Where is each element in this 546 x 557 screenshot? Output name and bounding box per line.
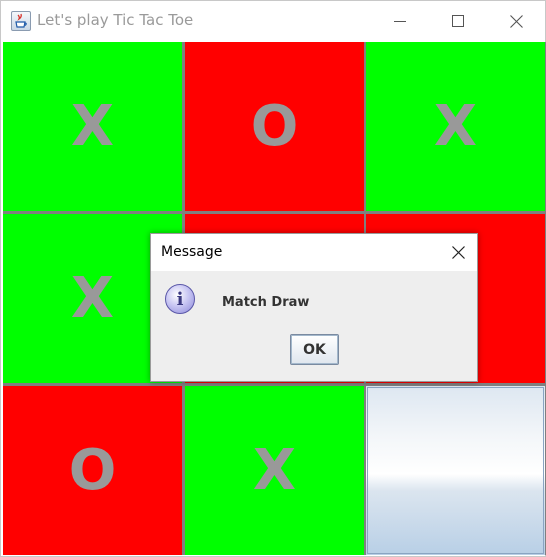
- info-icon: i: [165, 284, 195, 314]
- close-icon: [510, 15, 523, 28]
- dialog-close-button[interactable]: [439, 234, 477, 271]
- board-cell-empty[interactable]: [366, 386, 545, 555]
- board-cell[interactable]: O: [3, 386, 182, 555]
- close-icon: [452, 246, 465, 259]
- maximize-button[interactable]: [429, 1, 487, 41]
- maximize-icon: [452, 15, 464, 27]
- board-cell[interactable]: O: [185, 42, 364, 211]
- board-cell[interactable]: X: [185, 386, 364, 555]
- java-app-icon: [11, 11, 31, 31]
- dialog-title-bar[interactable]: Message: [151, 234, 477, 271]
- window-title: Let's play Tic Tac Toe: [37, 11, 194, 29]
- message-dialog: Message i Match Draw OK: [150, 233, 478, 382]
- app-window: Let's play Tic Tac Toe X O X X O X Messa…: [0, 0, 546, 557]
- minimize-button[interactable]: [371, 1, 429, 41]
- dialog-message: Match Draw: [222, 295, 310, 310]
- board-cell[interactable]: X: [366, 42, 545, 211]
- title-bar[interactable]: Let's play Tic Tac Toe: [1, 1, 545, 41]
- ok-button[interactable]: OK: [290, 334, 339, 365]
- close-button[interactable]: [487, 1, 545, 41]
- board-cell[interactable]: X: [3, 42, 182, 211]
- dialog-title: Message: [161, 244, 223, 260]
- minimize-icon: [394, 21, 406, 22]
